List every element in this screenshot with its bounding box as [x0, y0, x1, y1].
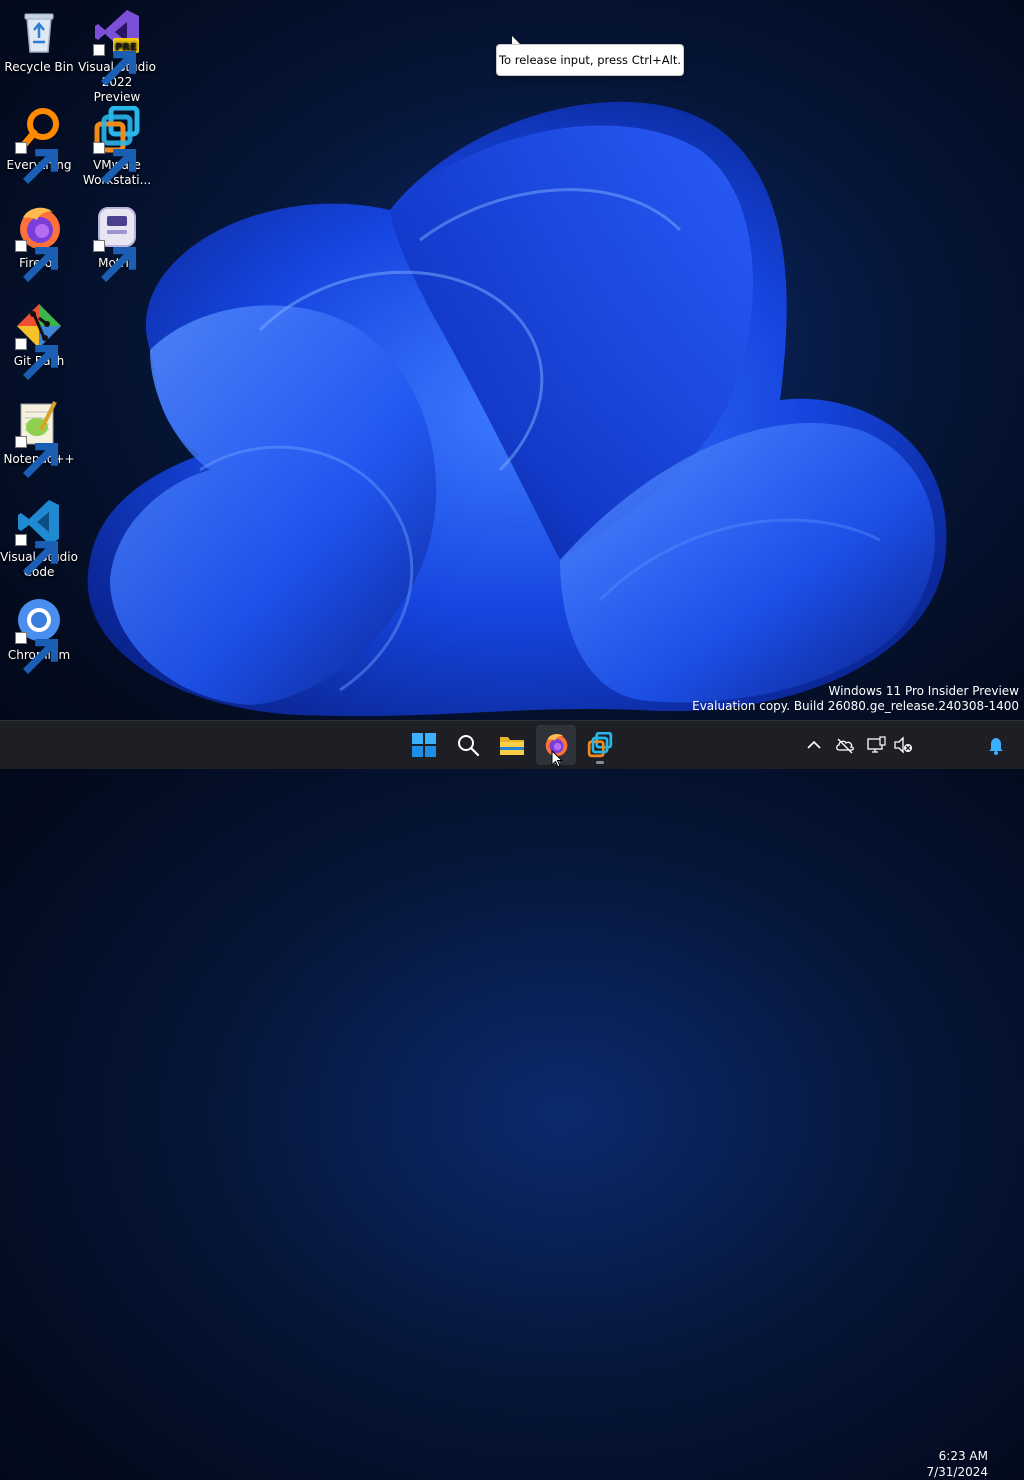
shortcut-arrow-icon [93, 240, 136, 282]
folder-icon [500, 737, 524, 755]
watermark-edition: Windows 11 Pro Insider Preview [828, 684, 1019, 698]
clock-time: 6:23 AM [938, 1449, 988, 1463]
desktop-icon-visual-studio-code[interactable]: Visual Studio Code [0, 498, 78, 580]
desktop-icon-label: Recycle Bin [4, 60, 74, 74]
shortcut-arrow-icon [15, 534, 58, 576]
shortcut-arrow-icon [15, 632, 58, 674]
desktop-icon-firefox[interactable]: Firefox [0, 204, 78, 282]
everything-search-icon [15, 106, 63, 184]
git-bash-icon [15, 302, 63, 380]
file-explorer-button[interactable] [492, 725, 532, 765]
vmware-workstation-icon [587, 732, 613, 758]
desktop-icon-visual-studio-2022-preview[interactable]: PRE Visual Studio 2022 Preview [78, 8, 156, 105]
desktop-icon-git-bash[interactable]: Git Bash [0, 302, 78, 380]
vscode-icon [15, 498, 63, 576]
vmware-taskbar-button[interactable] [580, 725, 620, 765]
desktop-icon-notepad-plus-plus[interactable]: Notepad++ [0, 400, 78, 478]
shortcut-arrow-icon [15, 142, 58, 184]
system-clock[interactable]: 6:23 AM 7/31/2024 [918, 1448, 988, 1480]
notification-bell-icon[interactable] [986, 735, 1006, 755]
desktop-icon-recycle-bin[interactable]: Recycle Bin [0, 8, 78, 75]
shortcut-arrow-icon [15, 240, 58, 282]
desktop-icon-everything[interactable]: Everything [0, 106, 78, 184]
windows-logo-icon [412, 733, 436, 757]
running-indicator [596, 761, 604, 764]
chevron-up-icon[interactable] [804, 735, 824, 755]
shortcut-arrow-icon [93, 142, 136, 184]
search-button[interactable] [448, 725, 488, 765]
network-icon[interactable] [866, 735, 886, 755]
visual-studio-icon: PRE [93, 8, 141, 86]
desktop-icon-chromium[interactable]: Chromium [0, 596, 78, 674]
recycle-bin-icon [15, 8, 63, 56]
shortcut-arrow-icon [15, 436, 58, 478]
search-icon [458, 735, 480, 757]
onedrive-icon[interactable] [835, 735, 855, 755]
desktop-icon-vmware-workstation[interactable]: VMware Workstati... [78, 106, 156, 188]
motrix-icon [93, 204, 141, 282]
firefox-icon [15, 204, 63, 282]
watermark-build: Evaluation copy. Build 26080.ge_release.… [692, 699, 1019, 713]
volume-muted-icon[interactable] [893, 735, 913, 755]
desktop-icon-motrix[interactable]: Motrix [78, 204, 156, 282]
vmware-workstation-icon [93, 106, 141, 184]
windows-evaluation-watermark: Windows 11 Pro Insider Preview Evaluatio… [692, 684, 1019, 714]
shortcut-arrow-icon [93, 44, 136, 86]
release-input-tooltip: To release input, press Ctrl+Alt. [496, 44, 684, 76]
chromium-icon [15, 596, 63, 674]
notepad-plus-plus-icon [15, 400, 63, 478]
clock-date: 7/31/2024 [926, 1465, 988, 1479]
mouse-cursor-icon [551, 750, 564, 768]
start-button[interactable] [404, 725, 444, 765]
shortcut-arrow-icon [15, 338, 58, 380]
taskbar: 6:23 AM 7/31/2024 [0, 720, 1024, 1479]
